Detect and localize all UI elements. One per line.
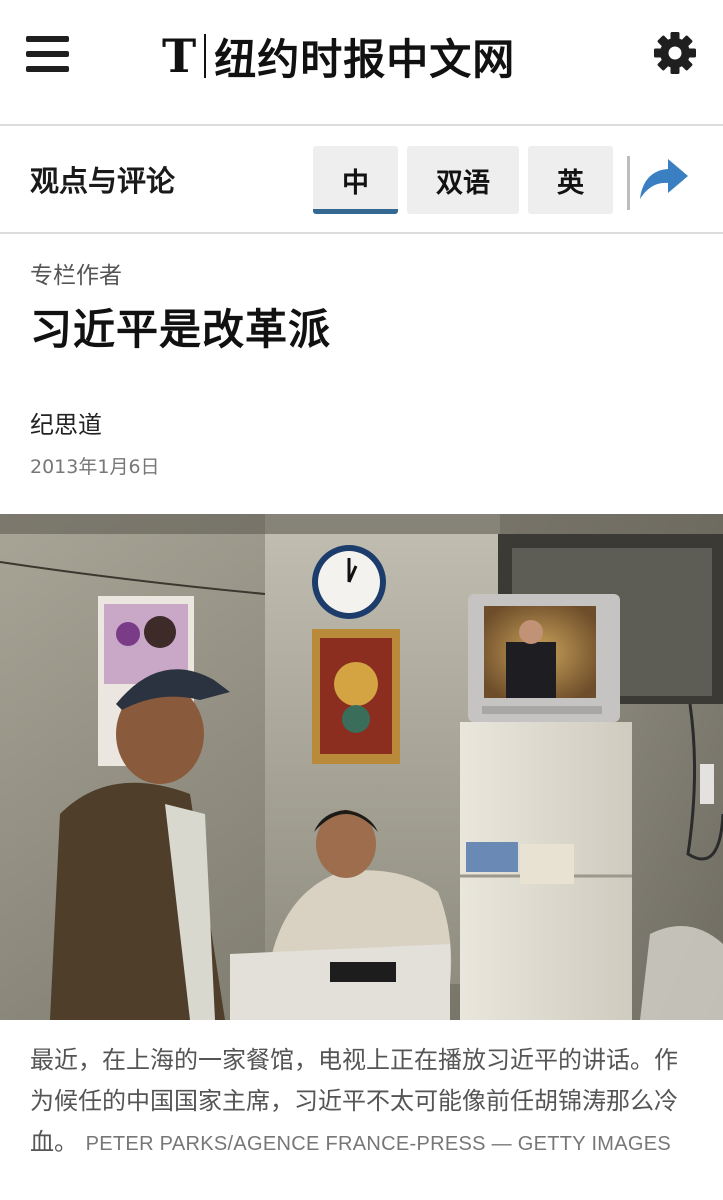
photo-caption: 最近，在上海的一家餐馆，电视上正在播放习近平的讲话。作为候任的中国国家主席，习近… bbox=[30, 1040, 690, 1165]
photo-credit: PETER PARKS/AGENCE FRANCE-PRESS — GETTY … bbox=[85, 1133, 672, 1155]
section-title[interactable]: 观点与评论 bbox=[30, 158, 175, 200]
tab-english[interactable]: 英 bbox=[528, 146, 613, 214]
tab-bilingual[interactable]: 双语 bbox=[407, 146, 519, 214]
gear-icon[interactable] bbox=[652, 30, 698, 76]
tab-divider bbox=[627, 156, 630, 210]
tab-chinese[interactable]: 中 bbox=[313, 146, 398, 214]
tab-chinese-label: 中 bbox=[342, 167, 369, 199]
logo-divider bbox=[204, 34, 207, 78]
article-byline[interactable]: 纪思道 bbox=[30, 405, 102, 440]
hamburger-menu-icon[interactable] bbox=[26, 36, 70, 72]
article-date: 2013年1月6日 bbox=[30, 456, 160, 478]
site-logo[interactable]: T 纽约时报中文网 bbox=[162, 28, 515, 84]
tab-bilingual-label: 双语 bbox=[436, 167, 490, 199]
share-arrow-icon[interactable] bbox=[638, 155, 690, 201]
site-name: 纽约时报中文网 bbox=[214, 34, 516, 84]
logo-mark: T bbox=[162, 29, 197, 83]
article-kicker: 专栏作者 bbox=[30, 263, 122, 289]
top-navigation-bar: T 纽约时报中文网 bbox=[0, 0, 723, 126]
tab-english-label: 英 bbox=[557, 167, 584, 199]
article-headline: 习近平是改革派 bbox=[30, 305, 332, 354]
article-photo bbox=[0, 514, 723, 1020]
